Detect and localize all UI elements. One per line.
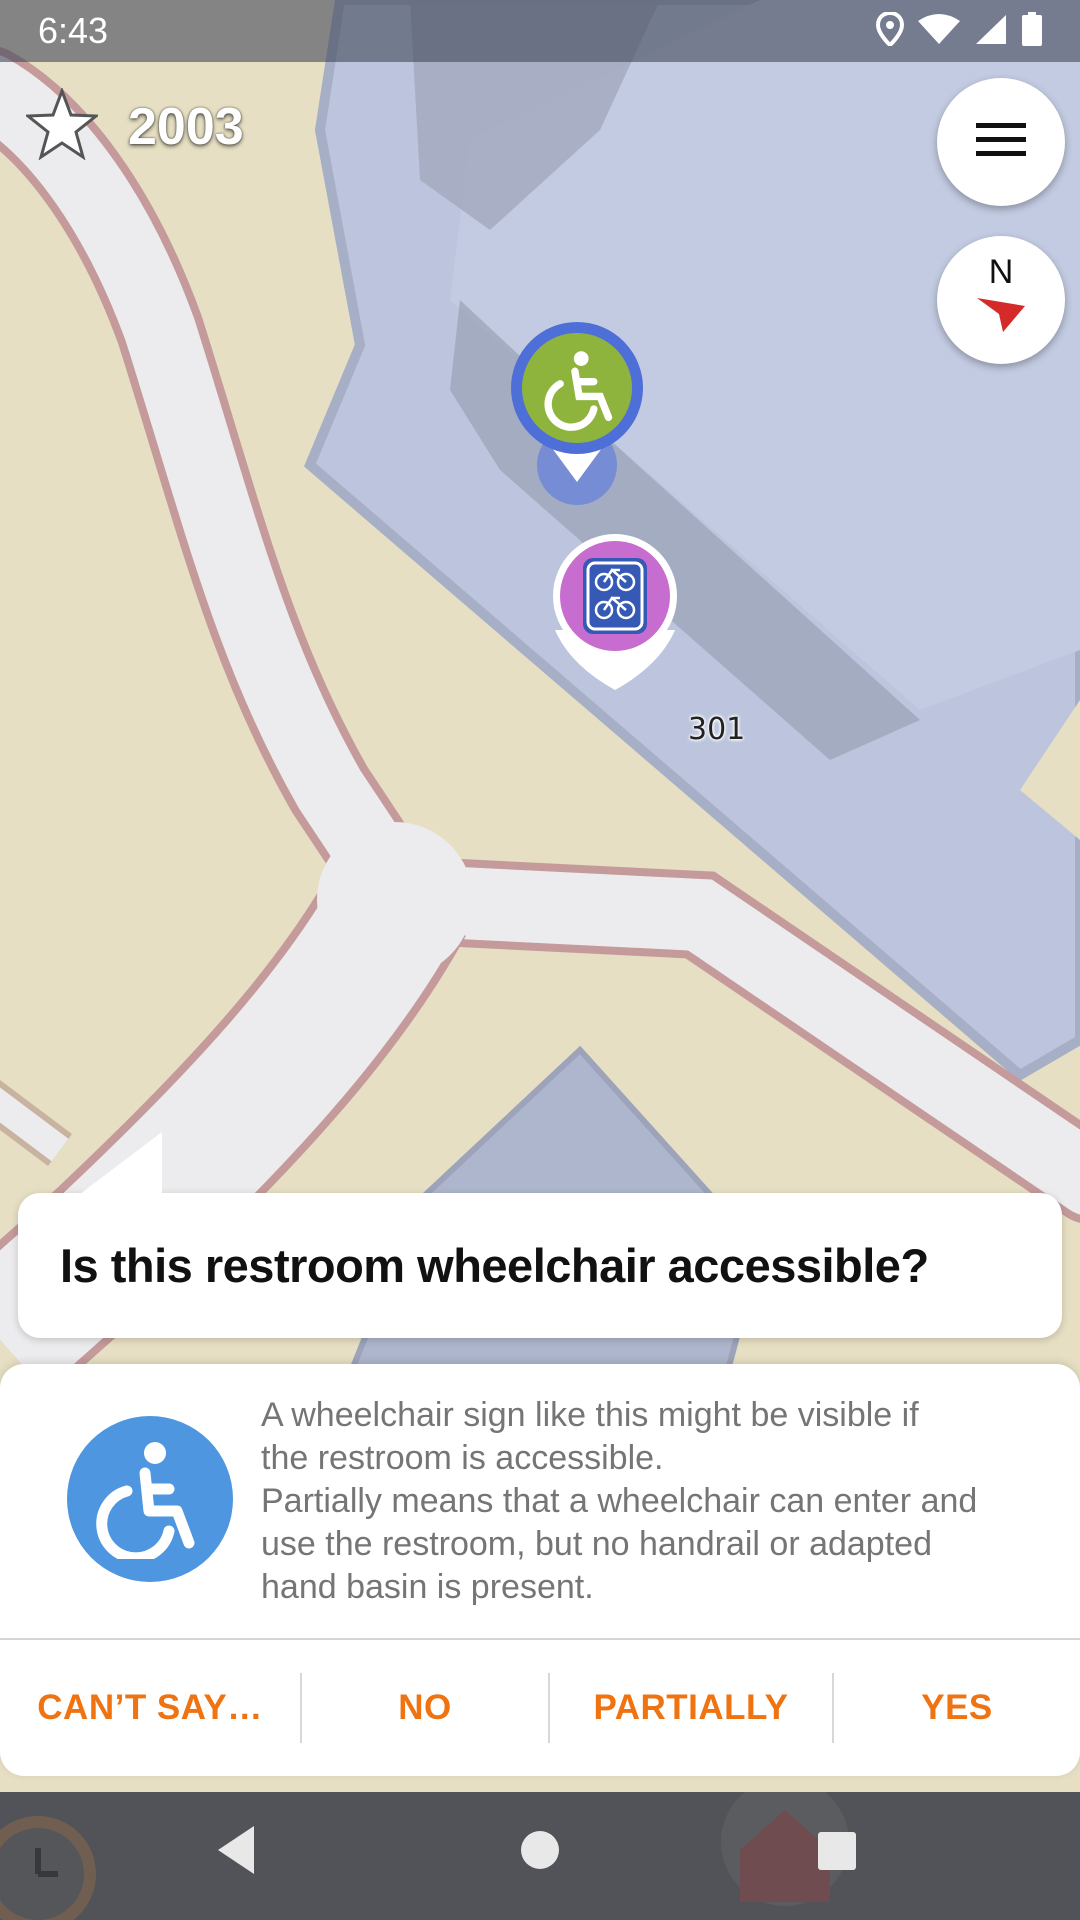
description-line: A wheelchair sign like this might be vis… [261, 1396, 919, 1434]
description-line: hand basin is present. [261, 1568, 594, 1606]
partially-button[interactable]: PARTIALLY [550, 1640, 832, 1776]
quest-info: A wheelchair sign like this might be vis… [0, 1364, 1080, 1638]
quest-question-bubble: Is this restroom wheelchair accessible? [18, 1132, 1062, 1338]
clock-icon [0, 1816, 96, 1920]
star-icon [23, 86, 101, 165]
map-house-number: 301 [688, 712, 746, 747]
compass-north-label: N [988, 253, 1014, 291]
hamburger-menu-icon [976, 122, 1026, 162]
yes-button[interactable]: YES [834, 1640, 1080, 1776]
back-icon[interactable] [218, 1826, 254, 1874]
compass-button[interactable]: N [937, 236, 1065, 364]
answer-buttons: CAN’T SAY… NO PARTIALLY YES [0, 1640, 1080, 1776]
battery-icon [1022, 11, 1042, 51]
quest-answer-card: A wheelchair sign like this might be vis… [0, 1364, 1080, 1776]
system-nav-bar [0, 1792, 1080, 1920]
cant-say-button[interactable]: CAN’T SAY… [0, 1640, 300, 1776]
menu-button[interactable] [937, 78, 1065, 206]
description-line: Partially means that a wheelchair can en… [261, 1482, 978, 1520]
quest-score[interactable]: 2003 [23, 86, 244, 165]
no-button[interactable]: NO [302, 1640, 548, 1776]
score-value: 2003 [128, 97, 244, 156]
status-bar: 6:43 [0, 0, 1080, 62]
cell-signal-icon [974, 13, 1008, 50]
description-line: use the restroom, but no handrail or ada… [261, 1525, 932, 1563]
compass-arrow-icon [975, 292, 1027, 341]
recents-icon[interactable] [818, 1832, 856, 1870]
home-button-icon[interactable] [521, 1831, 559, 1869]
status-time: 6:43 [38, 10, 109, 51]
location-icon [875, 10, 905, 51]
quest-description: A wheelchair sign like this might be vis… [261, 1394, 1051, 1609]
quest-question: Is this restroom wheelchair accessible? [60, 1239, 929, 1292]
wheelchair-icon [67, 1416, 233, 1582]
bubble-tail [80, 1132, 162, 1194]
description-line: the restroom is accessible. [261, 1439, 664, 1477]
wifi-icon [918, 13, 960, 50]
